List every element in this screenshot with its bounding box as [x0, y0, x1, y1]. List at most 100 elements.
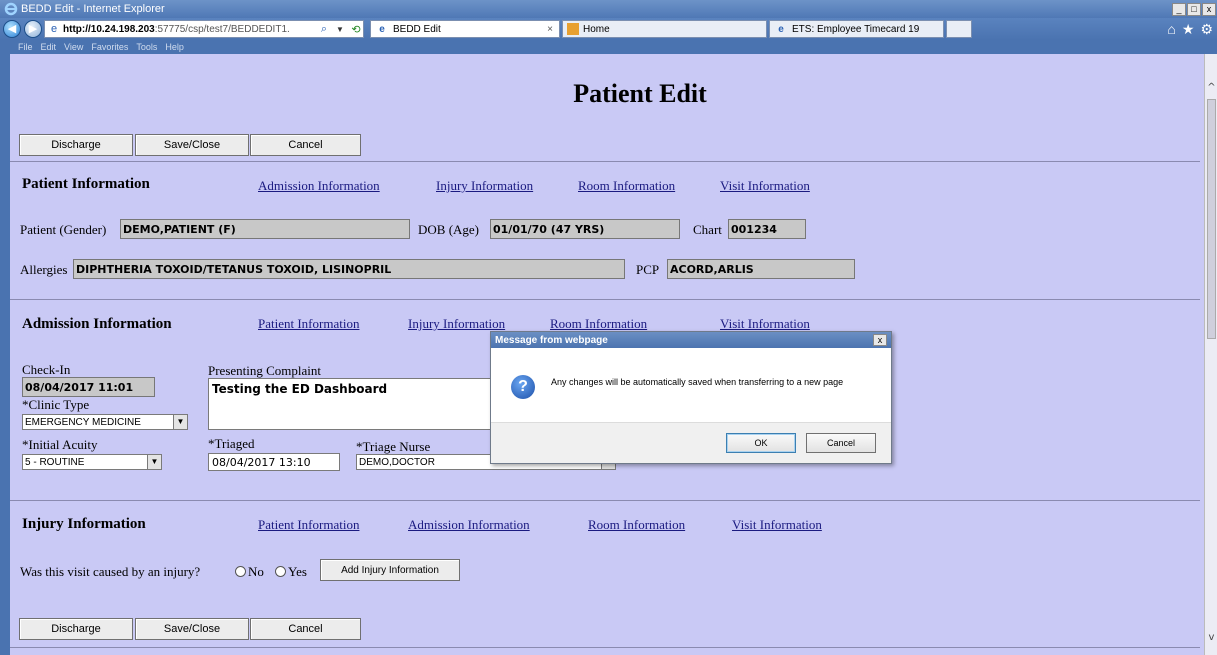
tab-label: BEDD Edit — [393, 23, 441, 35]
dropdown-icon[interactable]: ▼ — [333, 22, 347, 36]
address-url[interactable]: http://10.24.198.203:57775/csp/test7/BED… — [63, 24, 315, 35]
scroll-up-icon[interactable]: ^ — [1205, 82, 1217, 93]
dialog-message: Any changes will be automatically saved … — [551, 377, 844, 387]
discharge-button-top[interactable]: Discharge — [19, 134, 133, 156]
home-icon[interactable]: ⌂ — [1167, 21, 1175, 38]
ie-tab-icon: e — [379, 23, 385, 35]
tab-label: Home — [583, 23, 610, 35]
link-visit-information[interactable]: Visit Information — [720, 316, 810, 332]
save-close-button-top[interactable]: Save/Close — [135, 134, 249, 156]
dob-label: DOB (Age) — [418, 222, 480, 237]
cancel-button-bottom[interactable]: Cancel — [250, 618, 361, 640]
link-injury-information[interactable]: Injury Information — [436, 178, 533, 194]
cancel-button-top[interactable]: Cancel — [250, 134, 361, 156]
tab-close-icon[interactable]: × — [547, 24, 553, 35]
save-close-button-bottom[interactable]: Save/Close — [135, 618, 249, 640]
link-admission-information[interactable]: Admission Information — [258, 178, 380, 194]
divider — [10, 500, 1200, 501]
dialog-ok-button[interactable]: OK — [726, 433, 796, 453]
triaged-input[interactable]: 08/04/2017 13:10 — [208, 453, 340, 471]
minimize-button[interactable]: _ — [1172, 2, 1186, 16]
discharge-button-bottom[interactable]: Discharge — [19, 618, 133, 640]
window-border — [0, 54, 10, 655]
pcp-field: ACORD,ARLIS — [667, 259, 855, 279]
tab-ets-timecard[interactable]: e ETS: Employee Timecard 19 — [769, 20, 944, 38]
link-patient-information[interactable]: Patient Information — [258, 517, 359, 533]
dialog-close-button[interactable]: x — [873, 334, 887, 346]
add-injury-information-button[interactable]: Add Injury Information — [320, 559, 460, 581]
dialog-cancel-button[interactable]: Cancel — [806, 433, 876, 453]
injury-yes-label: Yes — [288, 564, 307, 579]
chart-field: 001234 — [728, 219, 806, 239]
initial-acuity-label: *Initial Acuity — [22, 437, 98, 452]
scroll-down-icon[interactable]: v — [1205, 632, 1217, 643]
question-icon: ? — [511, 375, 535, 399]
link-injury-information[interactable]: Injury Information — [408, 316, 505, 332]
menu-tools[interactable]: Tools — [136, 42, 157, 52]
injury-info-heading: Injury Information — [22, 516, 146, 532]
dialog-body: ? Any changes will be automatically save… — [491, 348, 891, 422]
link-visit-information[interactable]: Visit Information — [720, 178, 810, 194]
ie-tab-icon: e — [778, 23, 784, 35]
dialog-title: Message from webpage — [491, 332, 891, 348]
new-tab-button[interactable] — [946, 20, 972, 38]
menu-view[interactable]: View — [64, 42, 83, 52]
menu-edit[interactable]: Edit — [41, 42, 57, 52]
allergies-label: Allergies — [20, 262, 68, 277]
message-dialog: Message from webpage x ? Any changes wil… — [490, 331, 892, 464]
patient-info-heading: Patient Information — [22, 176, 150, 192]
vertical-scrollbar[interactable]: ^ v — [1204, 54, 1217, 655]
allergies-field: DIPHTHERIA TOXOID/TETANUS TOXOID, LISINO… — [73, 259, 625, 279]
dob-field: 01/01/70 (47 YRS) — [490, 219, 680, 239]
tab-label: ETS: Employee Timecard 19 — [792, 23, 920, 35]
injury-question: Was this visit caused by an injury? — [20, 564, 201, 579]
chevron-down-icon[interactable]: ▼ — [173, 415, 187, 429]
chevron-down-icon[interactable]: ▼ — [147, 455, 161, 469]
dialog-footer: OK Cancel — [491, 422, 891, 463]
page-title: Patient Edit — [573, 79, 707, 108]
triaged-label: *Triaged — [208, 436, 255, 451]
checkin-field: 08/04/2017 11:01 — [22, 377, 155, 397]
search-icon[interactable]: ⌕ — [317, 22, 331, 36]
triage-nurse-label: *Triage Nurse — [356, 439, 431, 454]
tab-home[interactable]: Home — [562, 20, 767, 38]
presenting-complaint-textarea[interactable]: Testing the ED Dashboard — [208, 378, 500, 430]
clinic-type-label: *Clinic Type — [22, 397, 90, 412]
browser-toolbar: ◀ ▶ e http://10.24.198.203:57775/csp/tes… — [0, 18, 1217, 40]
triage-nurse-value: DEMO,DOCTOR — [359, 456, 435, 468]
link-room-information[interactable]: Room Information — [578, 178, 675, 194]
gear-icon[interactable]: ⚙ — [1200, 21, 1213, 38]
injury-no-radio[interactable] — [235, 566, 246, 577]
refresh-icon[interactable]: ⟲ — [349, 22, 363, 36]
initial-acuity-select[interactable]: 5 - ROUTINE ▼ — [22, 454, 162, 470]
patient-name-field: DEMO,PATIENT (F) — [120, 219, 410, 239]
link-room-information[interactable]: Room Information — [550, 316, 647, 332]
link-visit-information[interactable]: Visit Information — [732, 517, 822, 533]
divider — [10, 647, 1200, 648]
back-button[interactable]: ◀ — [3, 20, 21, 38]
maximize-button[interactable]: □ — [1187, 2, 1201, 16]
initial-acuity-value: 5 - ROUTINE — [25, 456, 85, 468]
ie-logo-icon — [4, 2, 18, 16]
divider — [10, 161, 1200, 162]
home-tab-icon — [567, 23, 579, 35]
injury-no-label: No — [248, 564, 264, 579]
tab-bedd-edit[interactable]: e BEDD Edit × — [370, 20, 560, 38]
favorites-star-icon[interactable]: ★ — [1182, 21, 1195, 38]
forward-button[interactable]: ▶ — [24, 20, 42, 38]
injury-yes-radio[interactable] — [275, 566, 286, 577]
scroll-thumb[interactable] — [1207, 99, 1216, 339]
link-admission-information[interactable]: Admission Information — [408, 517, 530, 533]
menu-bar: File Edit View Favorites Tools Help — [0, 40, 1217, 54]
clinic-type-value: EMERGENCY MEDICINE — [25, 416, 141, 428]
address-bar[interactable]: e http://10.24.198.203:57775/csp/test7/B… — [44, 20, 364, 38]
link-patient-information[interactable]: Patient Information — [258, 316, 359, 332]
window-title: BEDD Edit - Internet Explorer — [21, 3, 165, 15]
clinic-type-select[interactable]: EMERGENCY MEDICINE ▼ — [22, 414, 188, 430]
menu-file[interactable]: File — [18, 42, 33, 52]
menu-help[interactable]: Help — [165, 42, 184, 52]
link-room-information[interactable]: Room Information — [588, 517, 685, 533]
close-window-button[interactable]: x — [1202, 2, 1216, 16]
pcp-label: PCP — [636, 262, 660, 277]
menu-favorites[interactable]: Favorites — [91, 42, 128, 52]
